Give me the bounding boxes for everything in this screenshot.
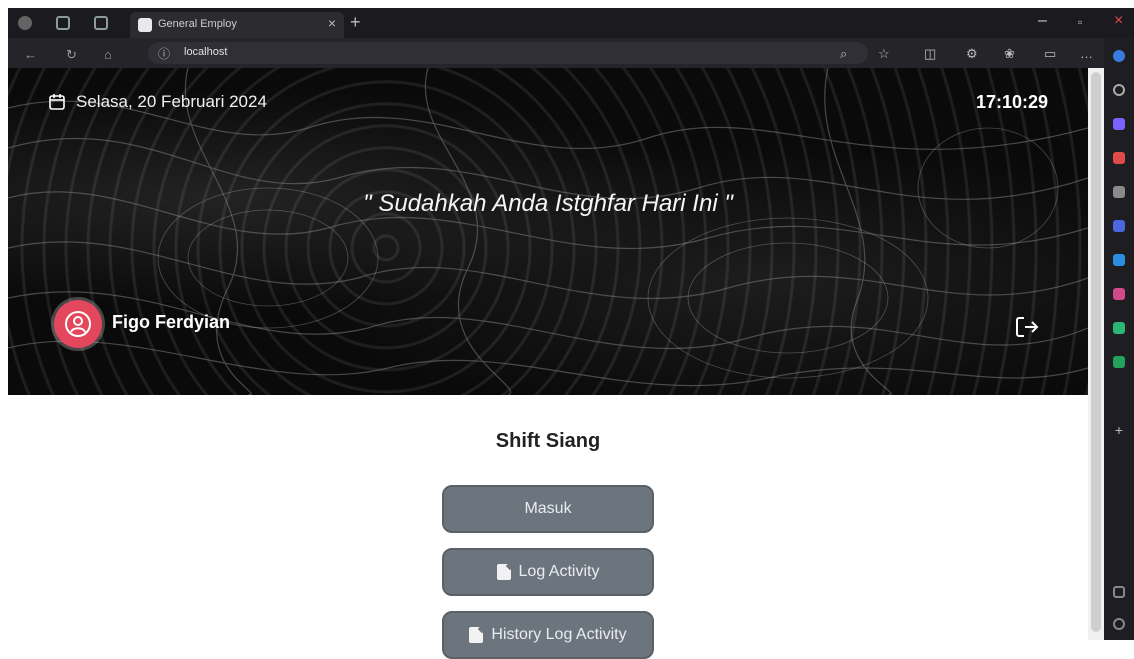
site-info-icon[interactable]: ⓘ <box>158 45 170 62</box>
url-text: localhost <box>184 46 228 58</box>
history-log-activity-button[interactable]: History Log Activity <box>442 611 654 659</box>
search-icon[interactable] <box>1113 84 1125 96</box>
extensions-icon[interactable]: ⚙ <box>966 46 978 62</box>
favorite-star-icon[interactable]: ☆ <box>878 46 890 62</box>
masuk-button-label: Masuk <box>524 500 572 517</box>
browser-sidebar: + <box>1104 38 1134 640</box>
avatar[interactable] <box>54 300 102 348</box>
tab-favicon-icon <box>138 18 152 32</box>
sidebar-app-icon[interactable] <box>1113 186 1125 198</box>
date-row: Selasa, 20 Februari 2024 <box>48 92 267 112</box>
sidebar-settings-icon[interactable] <box>1113 586 1125 598</box>
current-time: 17:10:29 <box>975 92 1048 112</box>
back-icon[interactable]: ← <box>24 47 37 62</box>
sidebar-app-icon[interactable] <box>1113 322 1125 334</box>
sidebar-customize-icon[interactable] <box>1113 618 1125 630</box>
masuk-button[interactable]: Masuk <box>442 485 654 533</box>
sidebar-app-icon[interactable] <box>1113 356 1125 368</box>
collections-icon[interactable]: ▭ <box>1044 46 1056 62</box>
browser-window: General Employ × + – ▫ × ← ↻ ⌂ ⓘ localho… <box>0 0 1134 659</box>
maximize-icon[interactable]: ▫ <box>1078 15 1082 29</box>
logout-icon[interactable] <box>1014 314 1040 340</box>
file-icon <box>469 627 484 643</box>
current-date: Selasa, 20 Februari 2024 <box>76 92 267 111</box>
workspaces-icon[interactable] <box>56 16 70 30</box>
log-activity-button[interactable]: Log Activity <box>442 548 654 596</box>
sidebar-app-icon[interactable] <box>1113 152 1125 164</box>
browser-titlebar: General Employ × + – ▫ × <box>8 8 1134 38</box>
user-name: Figo Ferdyian <box>112 311 231 332</box>
profile-icon[interactable] <box>18 16 32 30</box>
file-icon <box>496 564 511 580</box>
scroll-thumb[interactable] <box>1091 72 1101 632</box>
sidebar-app-icon[interactable] <box>1113 118 1125 130</box>
calendar-icon <box>49 94 65 110</box>
user-circle-icon <box>65 311 91 337</box>
more-menu-icon[interactable]: … <box>1080 46 1093 61</box>
page-scrollbar[interactable] <box>1088 68 1104 640</box>
minimize-icon[interactable]: – <box>1038 12 1047 30</box>
zoom-icon[interactable]: ⌕ <box>840 46 847 62</box>
tab-title: General Employ <box>158 18 237 30</box>
tab-close-icon[interactable]: × <box>328 15 336 31</box>
home-icon[interactable]: ⌂ <box>104 47 112 62</box>
shift-title: Shift Siang <box>495 430 601 452</box>
add-sidebar-icon[interactable]: + <box>1113 422 1125 438</box>
browser-tab[interactable]: General Employ × <box>130 12 344 38</box>
sidebar-app-icon[interactable] <box>1113 254 1125 266</box>
favorites-icon[interactable]: ❀ <box>1004 46 1015 62</box>
history-log-activity-button-label: History Log Activity <box>491 626 627 643</box>
sidebar-app-icon[interactable] <box>1113 220 1125 232</box>
new-tab-button[interactable]: + <box>350 12 361 33</box>
user-profile: Figo Ferdyian <box>54 300 230 348</box>
log-activity-button-label: Log Activity <box>518 563 600 580</box>
hero-banner: Selasa, 20 Februari 2024 17:10:29 " Suda… <box>8 68 1088 395</box>
sidebar-app-icon[interactable] <box>1113 288 1125 300</box>
motivational-quote: " Sudahkah Anda Istghfar Hari Ini " <box>363 190 733 217</box>
tab-actions-icon[interactable] <box>94 16 108 30</box>
split-screen-icon[interactable]: ◫ <box>924 46 936 62</box>
copilot-icon[interactable] <box>1113 50 1125 62</box>
refresh-icon[interactable]: ↻ <box>66 47 77 63</box>
url-bar[interactable]: ⓘ localhost <box>148 42 868 64</box>
address-bar: ← ↻ ⌂ ⓘ localhost ⌕ ☆ ◫ ⚙ ❀ ▭ … <box>8 38 1104 68</box>
close-window-icon[interactable]: × <box>1114 12 1123 30</box>
